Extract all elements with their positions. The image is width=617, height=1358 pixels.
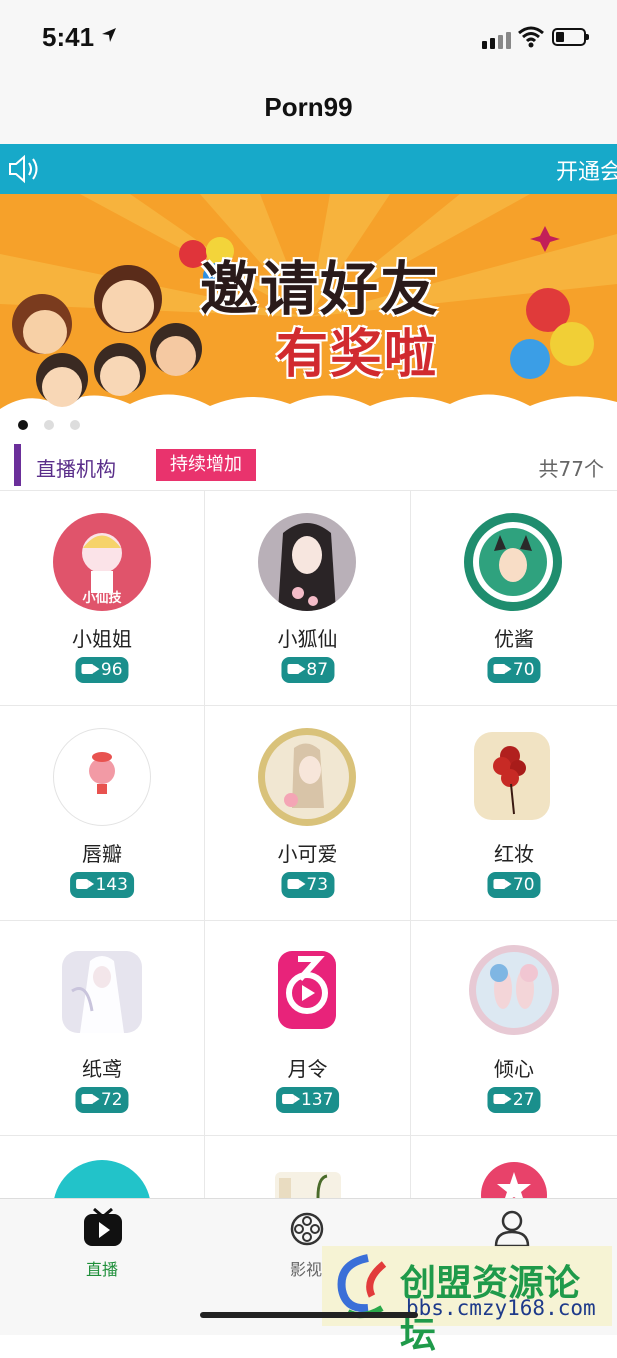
- video-camera-icon: [81, 1094, 100, 1104]
- org-card[interactable]: [411, 1136, 617, 1199]
- live-count-badge: 27: [487, 1087, 541, 1113]
- avatar: [53, 1160, 151, 1199]
- org-card[interactable]: 小狐仙 87: [205, 491, 411, 706]
- avatar: 小仙技: [53, 513, 151, 611]
- live-count-badge: 70: [487, 872, 541, 898]
- carousel-dot[interactable]: [44, 420, 54, 430]
- avatar: [464, 513, 562, 611]
- tab-live-icon[interactable]: [82, 1207, 124, 1250]
- tab-profile-icon[interactable]: [494, 1210, 530, 1248]
- org-card[interactable]: [0, 1136, 205, 1199]
- video-camera-icon: [286, 879, 305, 889]
- promo-banner[interactable]: 邀请好友 有奖啦: [0, 194, 617, 440]
- avatar: [278, 951, 336, 1029]
- org-card[interactable]: [205, 1136, 411, 1199]
- section-accent-bar: [14, 444, 21, 486]
- video-camera-icon: [76, 879, 95, 889]
- avatar: [53, 728, 151, 826]
- live-count: 73: [306, 875, 329, 895]
- org-card[interactable]: 唇瓣 143: [0, 706, 205, 921]
- org-card[interactable]: 纸鸢 72: [0, 921, 205, 1136]
- video-camera-icon: [493, 1094, 512, 1104]
- org-name: 唇瓣: [82, 842, 122, 866]
- organization-grid: 小仙技 小姐姐 96 小狐仙 87 优酱 70 唇瓣 143 小可爱 73 红妆…: [0, 490, 617, 1199]
- live-count-badge: 73: [280, 872, 335, 898]
- org-card[interactable]: 小可爱 73: [205, 706, 411, 921]
- section-count: 共77个: [538, 457, 604, 481]
- video-camera-icon: [281, 1094, 300, 1104]
- live-count: 137: [300, 1090, 334, 1110]
- wifi-icon: [518, 26, 544, 48]
- live-count: 72: [100, 1090, 123, 1110]
- org-card[interactable]: 月令 137: [205, 921, 411, 1136]
- avatar: [258, 513, 356, 611]
- video-camera-icon: [286, 664, 305, 674]
- org-name: 小姐姐: [72, 627, 132, 651]
- live-count: 27: [512, 1090, 535, 1110]
- org-name: 优酱: [494, 627, 534, 651]
- org-card[interactable]: 红妆 70: [411, 706, 617, 921]
- live-count: 96: [100, 660, 123, 680]
- live-count-badge: 87: [280, 657, 335, 683]
- live-count-badge: 70: [487, 657, 541, 683]
- org-name: 红妆: [494, 842, 534, 866]
- live-count: 70: [512, 660, 535, 680]
- avatar: [275, 1172, 341, 1199]
- org-name: 倾心: [494, 1057, 534, 1081]
- avatar: [258, 728, 356, 826]
- avatar: [481, 1162, 547, 1199]
- location-arrow-icon: [100, 26, 118, 49]
- notice-text: 开通会: [556, 160, 617, 185]
- cellular-signal-icon: [482, 30, 514, 49]
- avatar-text: 小仙技: [82, 591, 122, 606]
- speaker-icon: [9, 154, 38, 184]
- video-camera-icon: [81, 664, 100, 674]
- section-title: 直播机构: [36, 457, 116, 481]
- live-count: 70: [512, 875, 535, 895]
- tab-live-label[interactable]: 直播: [86, 1256, 118, 1280]
- org-name: 小狐仙: [277, 627, 338, 651]
- org-name: 月令: [287, 1057, 328, 1081]
- video-camera-icon: [493, 664, 512, 674]
- carousel-dot[interactable]: [70, 420, 80, 430]
- avatar: [62, 951, 142, 1033]
- org-card[interactable]: 优酱 70: [411, 491, 617, 706]
- page-title: Porn99: [264, 92, 353, 122]
- avatar: [474, 732, 550, 820]
- battery-icon: [552, 28, 589, 46]
- tab-film-reel-icon[interactable]: [290, 1212, 324, 1246]
- live-count: 87: [306, 660, 329, 680]
- video-camera-icon: [493, 879, 512, 889]
- notice-bar[interactable]: 开通会: [0, 144, 617, 194]
- tab-video-label[interactable]: 影视: [290, 1256, 322, 1280]
- watermark-url: bbs.cmzy168.com: [406, 1296, 596, 1320]
- org-card[interactable]: 倾心 27: [411, 921, 617, 1136]
- status-time: 5:41: [42, 22, 95, 52]
- live-count: 143: [95, 875, 128, 895]
- live-count-badge: 143: [70, 872, 134, 898]
- banner-subtitle: 有奖啦: [276, 325, 439, 385]
- home-indicator[interactable]: [200, 1312, 418, 1318]
- live-count-badge: 96: [75, 657, 129, 683]
- org-name: 小可爱: [277, 842, 338, 866]
- org-card[interactable]: 小仙技 小姐姐 96: [0, 491, 205, 706]
- live-count-badge: 137: [275, 1087, 340, 1113]
- org-name: 纸鸢: [82, 1057, 122, 1081]
- avatar: [469, 945, 559, 1035]
- section-badge: 持续增加: [156, 449, 256, 481]
- carousel-dot-active[interactable]: [18, 420, 28, 430]
- live-count-badge: 72: [75, 1087, 129, 1113]
